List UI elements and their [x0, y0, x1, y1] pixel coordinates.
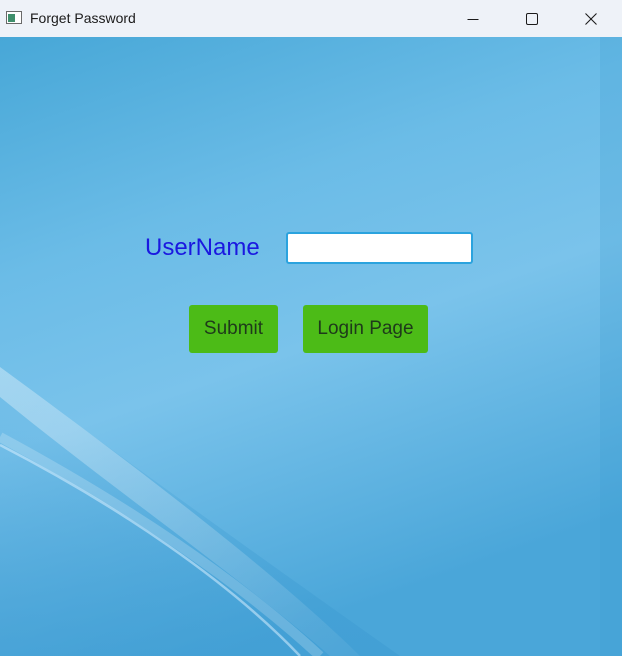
username-label: UserName: [145, 234, 260, 261]
username-input[interactable]: [286, 232, 473, 264]
client-area: UserName Submit Login Page: [0, 37, 622, 656]
minimize-icon: [467, 18, 479, 20]
minimize-button[interactable]: [444, 0, 502, 37]
login-page-button[interactable]: Login Page: [303, 305, 428, 353]
submit-button[interactable]: Submit: [189, 305, 278, 353]
close-button[interactable]: [562, 0, 620, 37]
window-title: Forget Password: [30, 10, 136, 26]
maximize-icon: [526, 12, 538, 25]
title-bar[interactable]: Forget Password: [0, 0, 622, 37]
maximize-button[interactable]: [503, 0, 561, 37]
close-icon: [585, 12, 597, 25]
app-window-icon: [6, 11, 22, 24]
forget-password-window: Forget Password UserName Submit Login Pa…: [0, 0, 622, 656]
